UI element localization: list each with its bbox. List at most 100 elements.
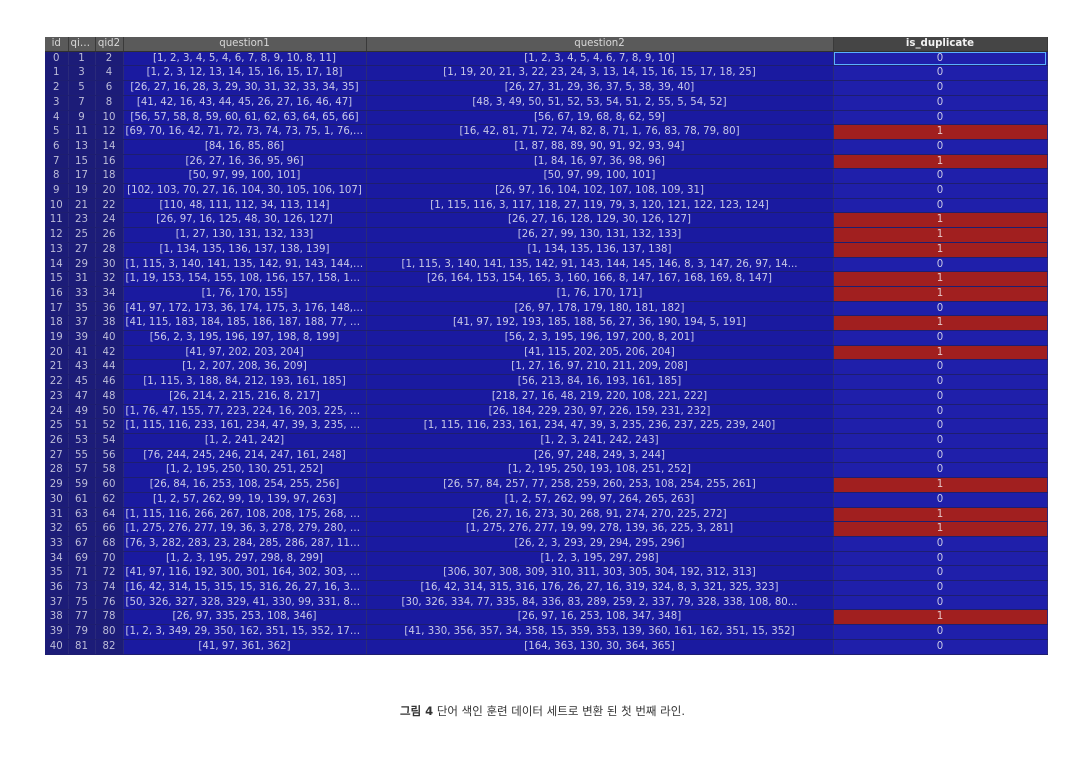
cell-id[interactable]: 1	[45, 65, 69, 82]
cell-question2[interactable]: [26, 164, 153, 154, 165, 3, 160, 166, 8,…	[366, 271, 834, 287]
table-row[interactable]: 5 11 12 [69, 70, 16, 42, 71, 72, 73, 74, 73…	[45, 124, 1048, 140]
cell-is-duplicate[interactable]: 0	[833, 51, 1048, 67]
table-row[interactable]: 35 71 72 [41, 97, 116, 192, 300, 301, 164, …	[45, 565, 1048, 582]
cell-is-duplicate[interactable]: 0	[833, 492, 1048, 508]
cell-question1[interactable]: [56, 57, 58, 8, 59, 60, 61, 62, 63, 64, …	[123, 110, 367, 126]
cell-question1[interactable]: [1, 2, 3, 195, 297, 298, 8, 299]	[123, 551, 367, 567]
cell-question1[interactable]: [1, 2, 3, 349, 29, 350, 162, 351, 15, 35…	[123, 624, 367, 640]
cell-is-duplicate[interactable]: 0	[833, 95, 1048, 111]
cell-question1[interactable]: [16, 42, 314, 15, 315, 15, 316, 26, 27, …	[123, 580, 367, 596]
cell-is-duplicate[interactable]: 1	[833, 212, 1048, 229]
table-row[interactable]: 13 27 28 [1, 134, 135, 136, 137, 138, 139][…	[45, 242, 1048, 258]
cell-id[interactable]: 24	[45, 404, 69, 420]
table-row[interactable]: 3 7 8 [41, 42, 16, 43, 44, 45, 26, 27, 16, …	[45, 95, 1048, 111]
cell-id[interactable]: 39	[45, 624, 69, 640]
cell-qid2[interactable]: 6	[95, 80, 124, 96]
cell-qid2[interactable]: 48	[95, 389, 124, 405]
cell-qid2[interactable]: 38	[95, 315, 124, 332]
cell-id[interactable]: 34	[45, 551, 69, 567]
cell-id[interactable]: 26	[45, 433, 69, 449]
cell-question2[interactable]: [1, 2, 57, 262, 99, 97, 264, 265, 263]	[366, 492, 834, 508]
cell-question1[interactable]: [41, 42, 16, 43, 44, 45, 26, 27, 16, 46,…	[123, 95, 367, 111]
cell-qid2[interactable]: 2	[95, 51, 124, 67]
cell-qid1[interactable]: 11	[68, 124, 96, 140]
cell-qid1[interactable]: 81	[68, 639, 96, 655]
table-row[interactable]: 16 33 34 [1, 76, 170, 155] [1, 76, 170, 171]…	[45, 286, 1048, 302]
cell-is-duplicate[interactable]: 1	[833, 154, 1048, 170]
cell-qid2[interactable]: 24	[95, 212, 124, 229]
cell-question2[interactable]: [30, 326, 334, 77, 335, 84, 336, 83, 289…	[366, 595, 834, 611]
cell-question1[interactable]: [41, 97, 172, 173, 36, 174, 175, 3, 176,…	[123, 301, 367, 317]
cell-id[interactable]: 14	[45, 257, 69, 273]
cell-question1[interactable]: [76, 244, 245, 246, 214, 247, 161, 248]	[123, 448, 367, 464]
cell-qid2[interactable]: 18	[95, 168, 124, 185]
cell-question2[interactable]: [164, 363, 130, 30, 364, 365]	[366, 639, 834, 655]
table-row[interactable]: 20 41 42 [41, 97, 202, 203, 204] [41, 115, 2…	[45, 345, 1048, 361]
table-row[interactable]: 17 35 36 [41, 97, 172, 173, 36, 174, 175, 3…	[45, 301, 1048, 317]
cell-qid2[interactable]: 78	[95, 609, 124, 626]
cell-id[interactable]: 23	[45, 389, 69, 405]
cell-question1[interactable]: [1, 115, 116, 233, 161, 234, 47, 39, 3, …	[123, 418, 367, 434]
cell-is-duplicate[interactable]: 0	[833, 80, 1048, 96]
cell-qid2[interactable]: 16	[95, 154, 124, 170]
table-row[interactable]: 27 55 56 [76, 244, 245, 246, 214, 247, 161,…	[45, 448, 1048, 464]
table-row[interactable]: 29 59 60 [26, 84, 16, 253, 108, 254, 255, 2…	[45, 477, 1048, 493]
cell-id[interactable]: 27	[45, 448, 69, 464]
cell-qid2[interactable]: 12	[95, 124, 124, 140]
cell-is-duplicate[interactable]: 0	[833, 183, 1048, 199]
column-header-question1[interactable]: question1	[123, 37, 367, 52]
cell-question2[interactable]: [1, 2, 3, 241, 242, 243]	[366, 433, 834, 449]
cell-id[interactable]: 37	[45, 595, 69, 611]
cell-is-duplicate[interactable]: 0	[833, 448, 1048, 464]
cell-question2[interactable]: [26, 97, 248, 249, 3, 244]	[366, 448, 834, 464]
cell-question2[interactable]: [1, 84, 16, 97, 36, 98, 96]	[366, 154, 834, 170]
cell-is-duplicate[interactable]: 1	[833, 271, 1048, 287]
cell-is-duplicate[interactable]: 1	[833, 521, 1048, 537]
cell-question2[interactable]: [26, 27, 16, 273, 30, 268, 91, 274, 270,…	[366, 507, 834, 523]
cell-id[interactable]: 2	[45, 80, 69, 96]
cell-qid1[interactable]: 41	[68, 345, 96, 361]
cell-qid1[interactable]: 5	[68, 80, 96, 96]
cell-question1[interactable]: [102, 103, 70, 27, 16, 104, 30, 105, 106…	[123, 183, 367, 199]
cell-question2[interactable]: [1, 19, 20, 21, 3, 22, 23, 24, 3, 13, 14…	[366, 65, 834, 82]
table-row[interactable]: 26 53 54 [1, 2, 241, 242] [1, 2, 3, 241, 242…	[45, 433, 1048, 449]
cell-is-duplicate[interactable]: 1	[833, 242, 1048, 258]
cell-qid2[interactable]: 76	[95, 595, 124, 611]
table-row[interactable]: 39 79 80 [1, 2, 3, 349, 29, 350, 162, 351, …	[45, 624, 1048, 640]
cell-question2[interactable]: [16, 42, 314, 315, 316, 176, 26, 27, 16,…	[366, 580, 834, 596]
cell-qid2[interactable]: 80	[95, 624, 124, 640]
cell-id[interactable]: 0	[45, 51, 69, 67]
cell-question1[interactable]: [26, 97, 335, 253, 108, 346]	[123, 609, 367, 626]
cell-id[interactable]: 35	[45, 565, 69, 582]
cell-is-duplicate[interactable]: 0	[833, 462, 1048, 479]
table-row[interactable]: 22 45 46 [1, 115, 3, 188, 84, 212, 193, 161…	[45, 374, 1048, 390]
cell-id[interactable]: 10	[45, 198, 69, 214]
cell-id[interactable]: 38	[45, 609, 69, 626]
cell-id[interactable]: 15	[45, 271, 69, 287]
cell-question2[interactable]: [26, 184, 229, 230, 97, 226, 159, 231, 2…	[366, 404, 834, 420]
cell-id[interactable]: 18	[45, 315, 69, 332]
cell-id[interactable]: 30	[45, 492, 69, 508]
cell-question1[interactable]: [26, 27, 16, 28, 3, 29, 30, 31, 32, 33, …	[123, 80, 367, 96]
cell-question1[interactable]: [41, 97, 116, 192, 300, 301, 164, 302, 3…	[123, 565, 367, 582]
cell-question2[interactable]: [1, 115, 3, 140, 141, 135, 142, 91, 143,…	[366, 257, 834, 273]
cell-question1[interactable]: [76, 3, 282, 283, 23, 284, 285, 286, 287…	[123, 536, 367, 552]
cell-question2[interactable]: [26, 57, 84, 257, 77, 258, 259, 260, 253…	[366, 477, 834, 493]
cell-question2[interactable]: [1, 115, 116, 3, 117, 118, 27, 119, 79, …	[366, 198, 834, 214]
table-row[interactable]: 24 49 50 [1, 76, 47, 155, 77, 223, 224, 16,…	[45, 404, 1048, 420]
cell-qid1[interactable]: 1	[68, 51, 96, 67]
cell-question2[interactable]: [41, 330, 356, 357, 34, 358, 15, 359, 35…	[366, 624, 834, 640]
cell-question2[interactable]: [1, 87, 88, 89, 90, 91, 92, 93, 94]	[366, 139, 834, 155]
cell-question1[interactable]: [110, 48, 111, 112, 34, 113, 114]	[123, 198, 367, 214]
cell-is-duplicate[interactable]: 0	[833, 639, 1048, 655]
cell-qid1[interactable]: 25	[68, 227, 96, 243]
cell-is-duplicate[interactable]: 1	[833, 477, 1048, 493]
cell-qid1[interactable]: 61	[68, 492, 96, 508]
cell-question1[interactable]: [26, 84, 16, 253, 108, 254, 255, 256]	[123, 477, 367, 493]
cell-question1[interactable]: [1, 76, 47, 155, 77, 223, 224, 16, 203, …	[123, 404, 367, 420]
cell-question2[interactable]: [1, 134, 135, 136, 137, 138]	[366, 242, 834, 258]
cell-is-duplicate[interactable]: 0	[833, 168, 1048, 185]
cell-question2[interactable]: [26, 97, 16, 104, 102, 107, 108, 109, 31…	[366, 183, 834, 199]
cell-question1[interactable]: [1, 275, 276, 277, 19, 36, 3, 278, 279, …	[123, 521, 367, 537]
cell-id[interactable]: 19	[45, 330, 69, 346]
